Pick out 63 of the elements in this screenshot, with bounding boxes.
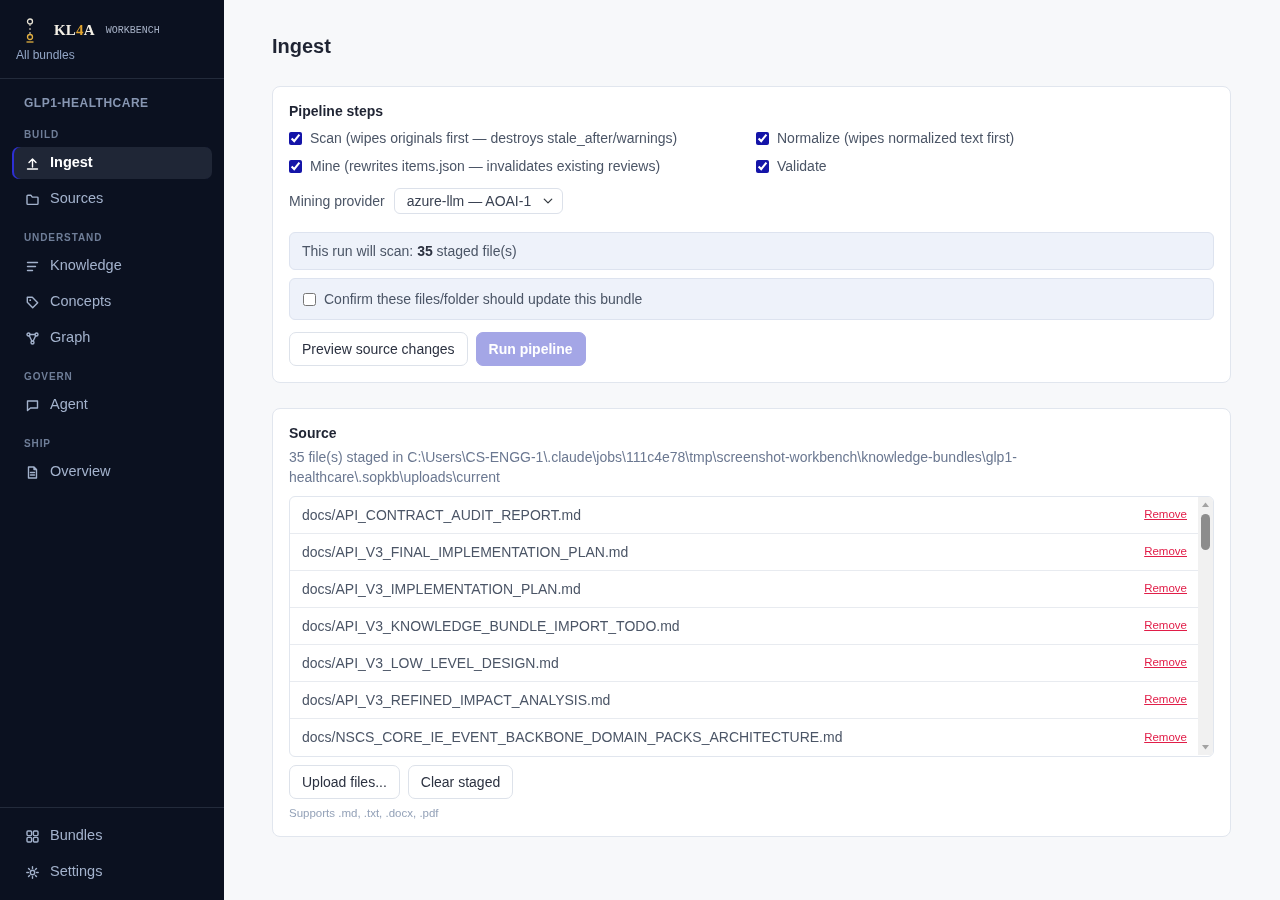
file-name: docs/API_V3_LOW_LEVEL_DESIGN.md bbox=[302, 653, 559, 673]
scan-notice: This run will scan: 35 staged file(s) bbox=[289, 232, 1214, 270]
grid-icon bbox=[26, 829, 39, 843]
graph-icon bbox=[26, 331, 39, 345]
remove-link[interactable]: Remove bbox=[1144, 543, 1187, 561]
nav-item[interactable]: Graph bbox=[12, 322, 212, 354]
supported-formats-hint: Supports .md, .txt, .docx, .pdf bbox=[289, 806, 440, 820]
file-name: docs/NSCS_CORE_IE_EVENT_BACKBONE_DOMAIN_PACKS_ARCHITECTURE.md bbox=[302, 728, 843, 747]
remove-link[interactable]: Remove bbox=[1144, 654, 1187, 672]
card-title: Pipeline steps bbox=[289, 102, 385, 120]
all-bundles-link[interactable]: All bundles bbox=[16, 46, 75, 64]
nav-item[interactable]: Knowledge bbox=[12, 250, 212, 282]
upload-icon bbox=[26, 156, 39, 170]
remove-link[interactable]: Remove bbox=[1144, 728, 1187, 747]
file-name: docs/API_V3_KNOWLEDGE_BUNDLE_IMPORT_TODO.md bbox=[302, 616, 680, 636]
brand-subtitle: WORKBENCH bbox=[105, 23, 160, 38]
nav-item[interactable]: Agent bbox=[12, 389, 212, 421]
page-title: Ingest bbox=[272, 34, 332, 59]
section-label: SHIP bbox=[23, 438, 52, 450]
section-label: UNDERSTAND bbox=[23, 232, 104, 244]
step-checkbox[interactable] bbox=[756, 131, 769, 145]
file-name: docs/API_V3_FINAL_IMPLEMENTATION_PLAN.md bbox=[302, 542, 629, 562]
remove-link[interactable]: Remove bbox=[1144, 580, 1187, 598]
nav-item[interactable]: Concepts bbox=[12, 286, 212, 318]
logo-icon bbox=[25, 17, 35, 43]
section-label: GOVERN bbox=[23, 371, 74, 383]
provider-select[interactable]: azure-llm — AOAI-1 bbox=[393, 188, 563, 214]
card-title: Source bbox=[289, 424, 338, 442]
confirm-checkbox[interactable] bbox=[303, 292, 316, 306]
step-checkbox[interactable] bbox=[756, 159, 769, 173]
remove-link[interactable]: Remove bbox=[1144, 506, 1187, 524]
brand-name: KL4A bbox=[54, 20, 95, 40]
nav-item[interactable]: Ingest bbox=[12, 147, 212, 179]
folder-icon bbox=[26, 192, 39, 206]
confirm-label: Confirm these files/folder should update this bundle bbox=[324, 289, 643, 309]
nav-item[interactable]: Bundles bbox=[12, 820, 212, 852]
step-checkbox[interactable] bbox=[289, 131, 302, 145]
section-label: BUILD bbox=[23, 129, 61, 141]
step-checkbox[interactable] bbox=[289, 159, 302, 173]
step-label: Scan (wipes originals first — destroys stale_after/warnings) bbox=[310, 129, 678, 147]
upload-button[interactable]: Upload files... bbox=[289, 765, 400, 799]
step-label: Validate bbox=[777, 157, 827, 175]
file-name: docs/API_V3_REFINED_IMPACT_ANALYSIS.md bbox=[302, 690, 611, 710]
staged-path-text: 35 file(s) staged in C:\Users\CS-ENGG-1\.claude\jobs\111c4e78\tmp\screenshot-workbench\knowledge-bundles\glp1-healthcare\.sopkb\uploads\current bbox=[289, 448, 1018, 487]
step-label: Mine (rewrites items.json — invalidates existing reviews) bbox=[310, 157, 661, 175]
remove-link[interactable]: Remove bbox=[1144, 691, 1187, 709]
document-icon bbox=[26, 465, 39, 479]
bundle-title: GLP1-HEALTHCARE bbox=[23, 95, 150, 111]
file-name: docs/API_V3_IMPLEMENTATION_PLAN.md bbox=[302, 579, 581, 599]
step-label: Normalize (wipes normalized text first) bbox=[777, 129, 1015, 147]
provider-label: Mining provider bbox=[289, 191, 385, 211]
settings-icon bbox=[26, 865, 39, 879]
nav-item[interactable]: Overview bbox=[12, 456, 212, 488]
nav-item[interactable]: Settings bbox=[12, 856, 212, 888]
scrollbar[interactable] bbox=[1198, 497, 1213, 755]
tag-icon bbox=[26, 295, 39, 309]
file-name: docs/API_CONTRACT_AUDIT_REPORT.md bbox=[302, 505, 582, 525]
chat-icon bbox=[26, 398, 39, 412]
clear-button[interactable]: Clear staged bbox=[407, 765, 514, 799]
remove-link[interactable]: Remove bbox=[1144, 617, 1187, 635]
preview-button[interactable]: Preview source changes bbox=[289, 332, 468, 366]
nav-item[interactable]: Sources bbox=[12, 183, 212, 215]
list-icon bbox=[26, 259, 39, 273]
